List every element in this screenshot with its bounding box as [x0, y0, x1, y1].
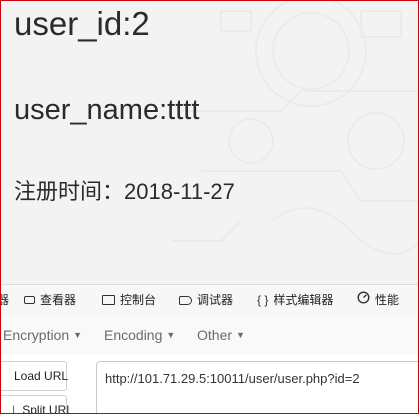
tab-console-label: 控制台 [120, 293, 157, 307]
tab-performance[interactable]: 性能 [357, 285, 399, 315]
user-id-text: user_id:2 [14, 5, 150, 42]
chevron-down-icon: ▼ [236, 330, 245, 340]
encryption-menu[interactable]: Encryption ▼ [3, 327, 82, 343]
encryption-menu-label: Encryption [3, 327, 70, 343]
tab-cut-off[interactable]: 器 [1, 285, 9, 315]
tab-style-editor-label: 样式编辑器 [273, 293, 334, 307]
other-menu-label: Other [197, 327, 233, 343]
tab-inspector[interactable]: 查看器 [24, 285, 76, 315]
page-content: user_id:2 user_name:tttt 注册时间：2018-11-27 [1, 1, 418, 284]
split-icon: ❘ [9, 404, 19, 414]
other-menu[interactable]: Other ▼ [197, 327, 245, 343]
encoding-menu-label: Encoding [104, 327, 163, 343]
tab-debugger-label: 调试器 [197, 293, 234, 307]
tab-performance-label: 性能 [375, 293, 400, 307]
encoding-menu[interactable]: Encoding ▼ [104, 327, 175, 343]
console-icon [102, 295, 115, 305]
style-editor-icon: { } [257, 293, 269, 307]
tab-debugger[interactable]: 调试器 [179, 285, 233, 315]
browser-window: user_id:2 user_name:tttt 注册时间：2018-11-27… [0, 0, 419, 414]
tab-cut-label: 器 [1, 285, 9, 315]
inspector-icon [24, 296, 35, 304]
split-url-button[interactable]: ❘ Split URL [1, 395, 73, 414]
tab-console[interactable]: 控制台 [102, 285, 156, 315]
background-decoration [171, 1, 418, 255]
hackbar-menu-bar: Encryption ▼ Encoding ▼ Other ▼ [1, 315, 418, 355]
tab-inspector-label: 查看器 [40, 293, 77, 307]
debugger-icon [179, 295, 192, 305]
tab-style-editor[interactable]: { } 样式编辑器 [257, 285, 333, 315]
split-url-label: Split URL [22, 403, 73, 414]
load-url-button[interactable]: Load URL [1, 361, 69, 391]
performance-icon [357, 285, 370, 315]
register-time-text: 注册时间：2018-11-27 [14, 179, 235, 204]
chevron-down-icon: ▼ [73, 330, 83, 340]
url-input[interactable]: http://101.71.29.5:10011/user/user.php?i… [96, 361, 418, 413]
devtools-toolbar: 器 查看器 控制台 调试器 { } 样式编辑器 性能 [1, 284, 418, 316]
url-value: http://101.71.29.5:10011/user/user.php?i… [105, 371, 360, 386]
user-name-text: user_name:tttt [14, 94, 200, 126]
chevron-down-icon: ▼ [166, 330, 176, 340]
load-url-label: Load URL [14, 369, 69, 383]
hackbar-controls: Load URL ❘ Split URL http://101.71.29.5:… [1, 355, 418, 413]
